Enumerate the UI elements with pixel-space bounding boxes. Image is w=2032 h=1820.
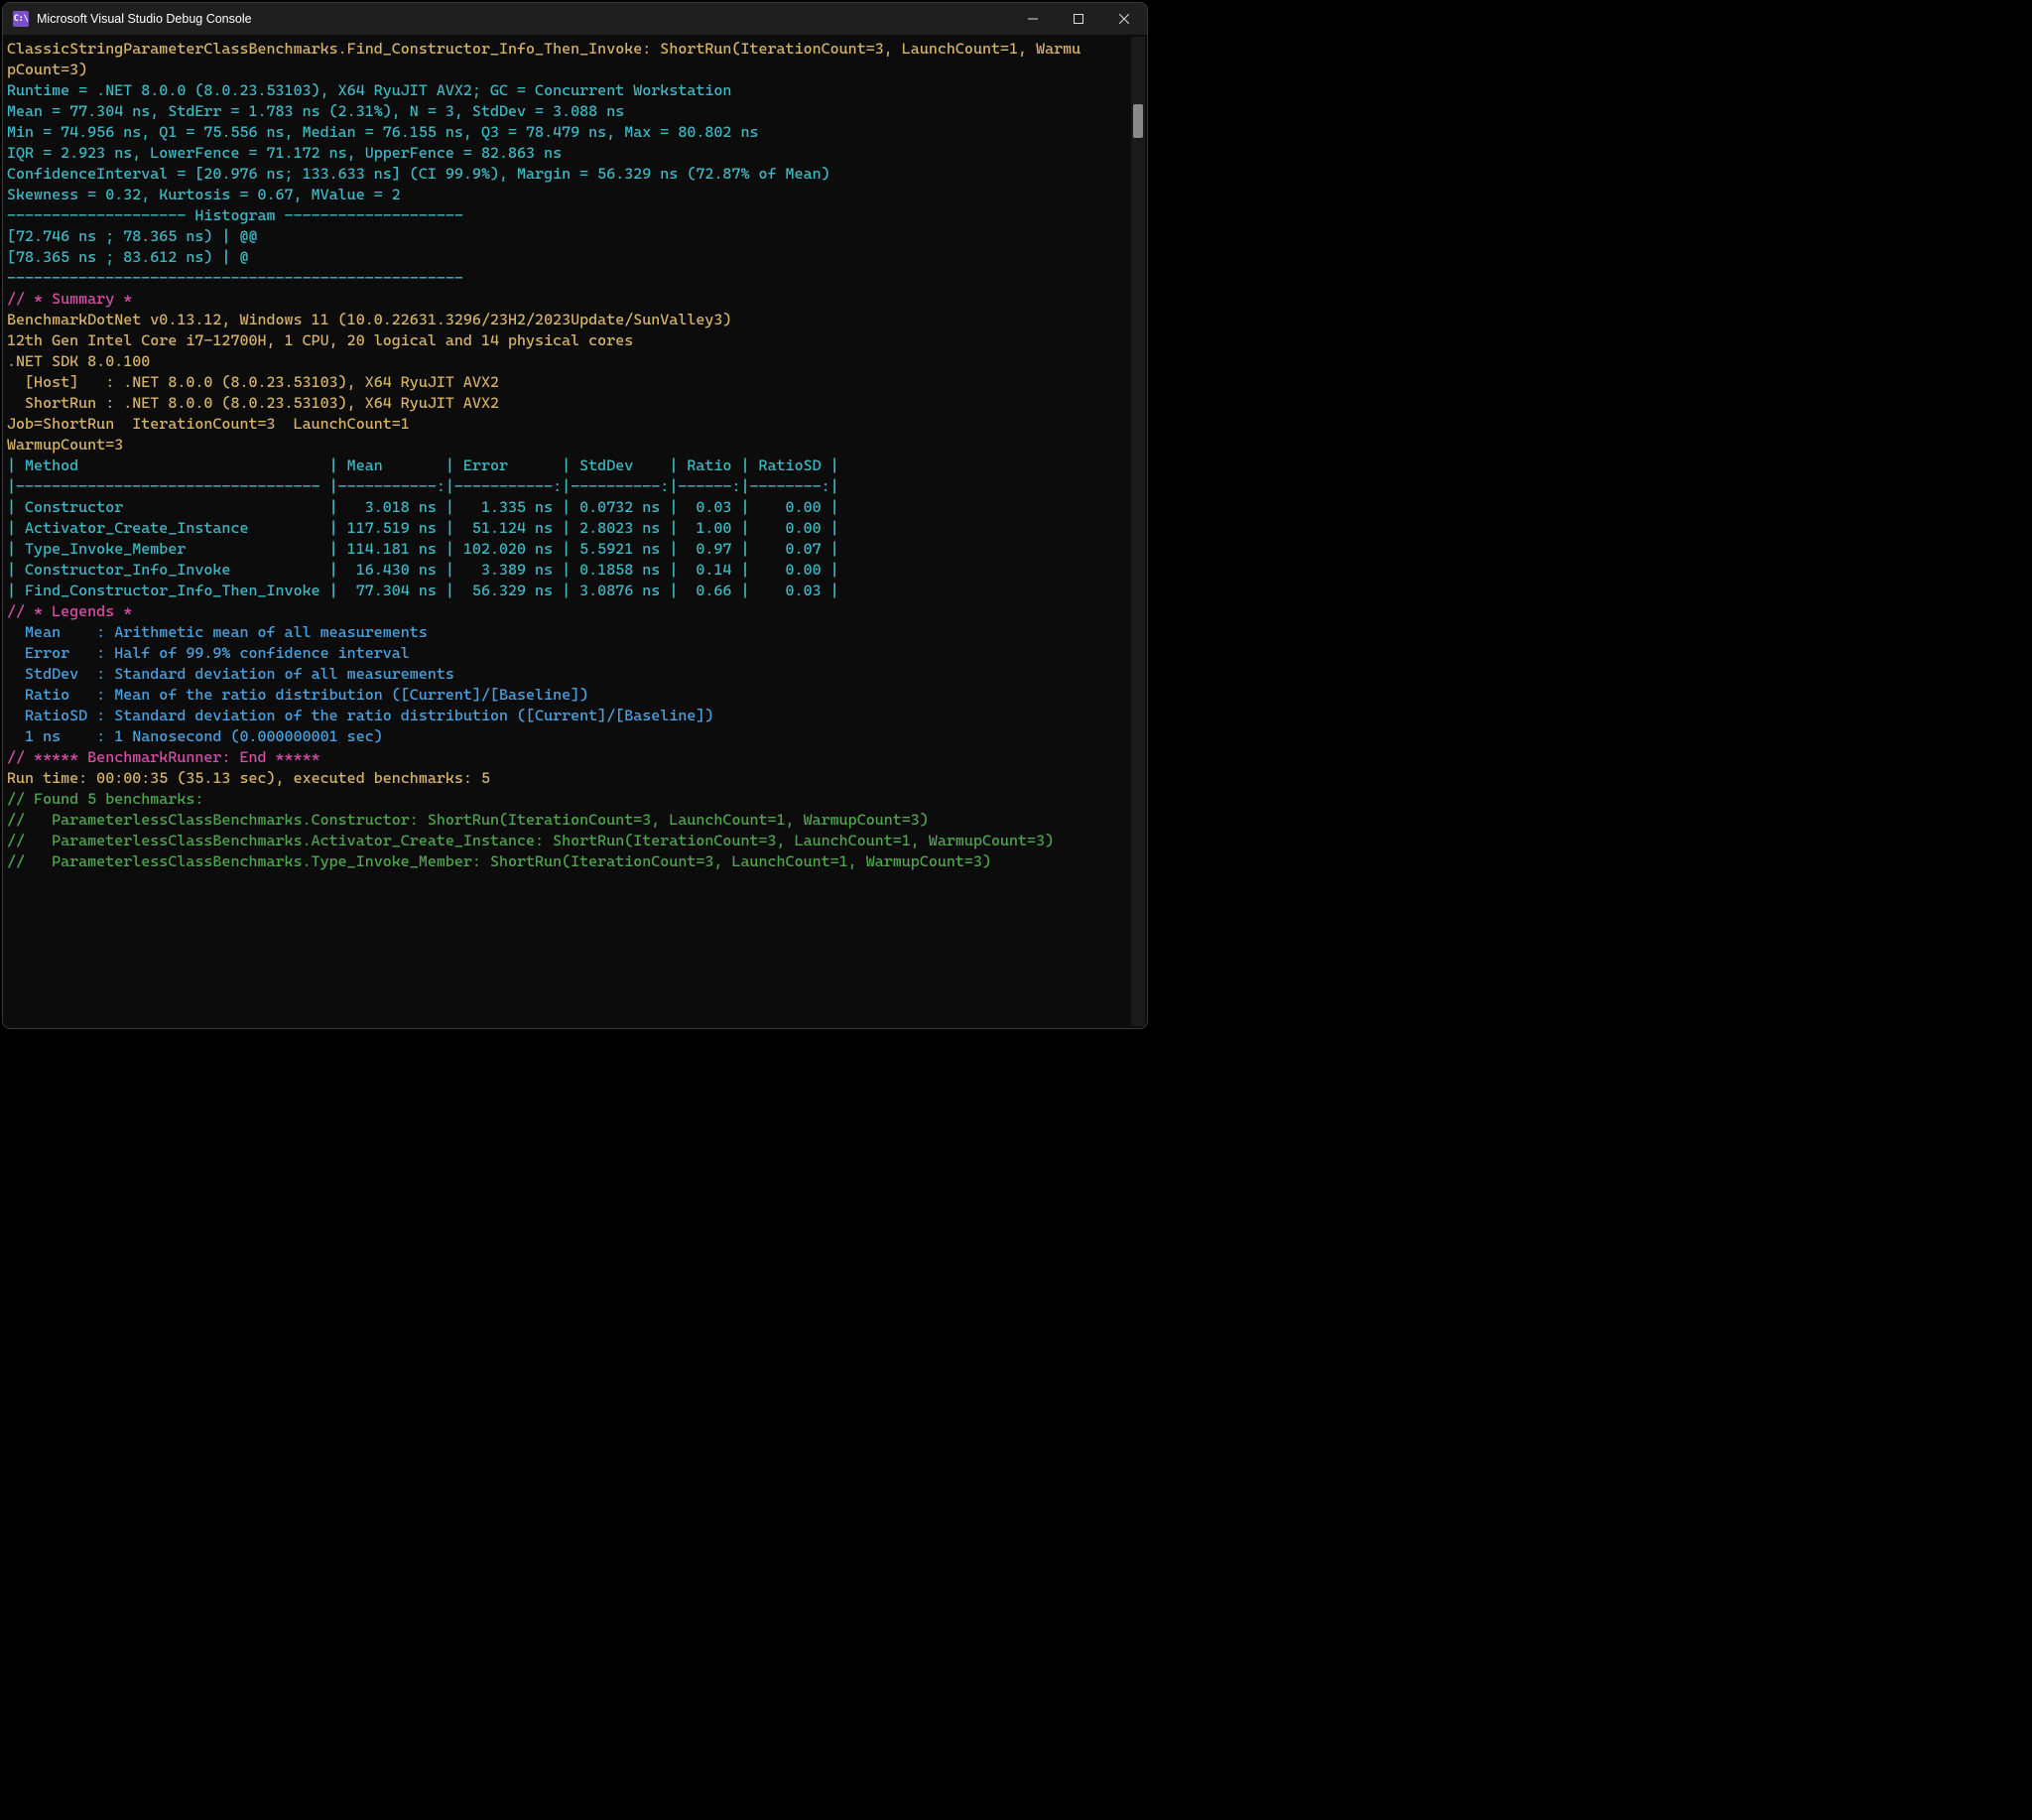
maximize-icon <box>1074 14 1083 24</box>
console-line: Min = 74.956 ns, Q1 = 75.556 ns, Median … <box>7 122 1147 143</box>
console-line: | Find_Constructor_Info_Then_Invoke | 77… <box>7 581 1147 601</box>
close-icon <box>1119 14 1129 24</box>
console-line: Job=ShortRun IterationCount=3 LaunchCoun… <box>7 414 1147 435</box>
console-line: ConfidenceInterval = [20.976 ns; 133.633… <box>7 164 1147 185</box>
console-line: | Method | Mean | Error | StdDev | Ratio… <box>7 455 1147 476</box>
console-line: .NET SDK 8.0.100 <box>7 351 1147 372</box>
console-line: // ParameterlessClassBenchmarks.Construc… <box>7 810 1147 831</box>
console-line: WarmupCount=3 <box>7 435 1147 455</box>
console-line: Run time: 00:00:35 (35.13 sec), executed… <box>7 768 1147 789</box>
console-line: pCount=3) <box>7 60 1147 80</box>
minimize-button[interactable] <box>1010 3 1056 35</box>
console-line: // ParameterlessClassBenchmarks.Type_Inv… <box>7 851 1147 872</box>
window-title: Microsoft Visual Studio Debug Console <box>37 9 252 30</box>
console-line: [78.365 ns ; 83.612 ns) | @ <box>7 247 1147 268</box>
console-line: [72.746 ns ; 78.365 ns) | @@ <box>7 226 1147 247</box>
console-line: | Constructor | 3.018 ns | 1.335 ns | 0.… <box>7 497 1147 518</box>
console-line: Skewness = 0.32, Kurtosis = 0.67, MValue… <box>7 185 1147 205</box>
scrollbar-thumb[interactable] <box>1133 104 1143 138</box>
vertical-scrollbar[interactable] <box>1131 37 1145 1026</box>
console-line: ShortRun : .NET 8.0.0 (8.0.23.53103), X6… <box>7 393 1147 414</box>
debug-console-window: C:\ Microsoft Visual Studio Debug Consol… <box>2 2 1148 1029</box>
console-line: Ratio : Mean of the ratio distribution (… <box>7 685 1147 706</box>
console-line: 1 ns : 1 Nanosecond (0.000000001 sec) <box>7 726 1147 747</box>
titlebar[interactable]: C:\ Microsoft Visual Studio Debug Consol… <box>3 3 1147 35</box>
console-line: ClassicStringParameterClassBenchmarks.Fi… <box>7 39 1147 60</box>
console-line: |---------------------------------- |---… <box>7 476 1147 497</box>
app-icon: C:\ <box>13 11 29 27</box>
console-line: // ParameterlessClassBenchmarks.Activato… <box>7 831 1147 851</box>
console-line: IQR = 2.923 ns, LowerFence = 71.172 ns, … <box>7 143 1147 164</box>
minimize-icon <box>1028 14 1038 24</box>
console-line: // * Summary * <box>7 289 1147 310</box>
console-line: 12th Gen Intel Core i7-12700H, 1 CPU, 20… <box>7 330 1147 351</box>
console-line: RatioSD : Standard deviation of the rati… <box>7 706 1147 726</box>
console-line: BenchmarkDotNet v0.13.12, Windows 11 (10… <box>7 310 1147 330</box>
console-line: | Type_Invoke_Member | 114.181 ns | 102.… <box>7 539 1147 560</box>
console-line: StdDev : Standard deviation of all measu… <box>7 664 1147 685</box>
console-line: // Found 5 benchmarks: <box>7 789 1147 810</box>
console-line: Mean = 77.304 ns, StdErr = 1.783 ns (2.3… <box>7 101 1147 122</box>
console-line: ----------------------------------------… <box>7 268 1147 289</box>
console-output[interactable]: ClassicStringParameterClassBenchmarks.Fi… <box>3 35 1147 1028</box>
console-line: // * Legends * <box>7 601 1147 622</box>
console-line: Mean : Arithmetic mean of all measuremen… <box>7 622 1147 643</box>
console-line: | Constructor_Info_Invoke | 16.430 ns | … <box>7 560 1147 581</box>
console-line: [Host] : .NET 8.0.0 (8.0.23.53103), X64 … <box>7 372 1147 393</box>
console-line: -------------------- Histogram ---------… <box>7 205 1147 226</box>
console-line: | Activator_Create_Instance | 117.519 ns… <box>7 518 1147 539</box>
maximize-button[interactable] <box>1056 3 1101 35</box>
console-line: Error : Half of 99.9% confidence interva… <box>7 643 1147 664</box>
console-line: // ***** BenchmarkRunner: End ***** <box>7 747 1147 768</box>
close-button[interactable] <box>1101 3 1147 35</box>
console-line: Runtime = .NET 8.0.0 (8.0.23.53103), X64… <box>7 80 1147 101</box>
